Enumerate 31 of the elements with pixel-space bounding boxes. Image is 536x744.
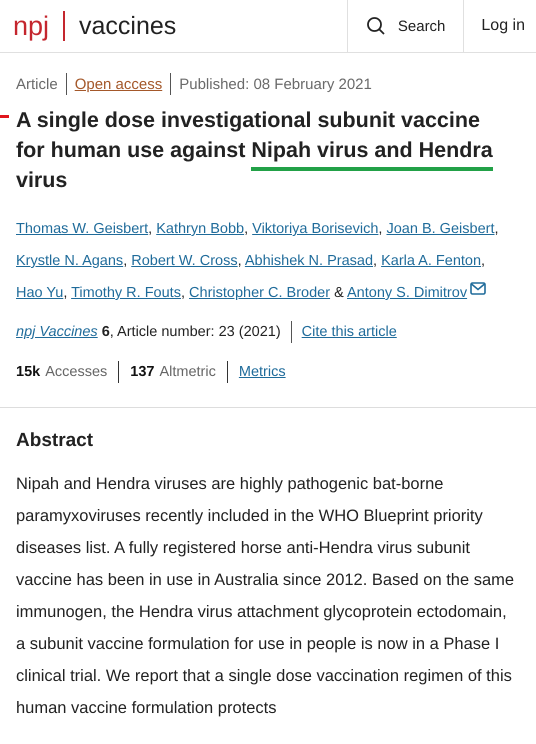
- author-link[interactable]: Viktoriya Borisevich: [252, 221, 378, 237]
- author-link[interactable]: Robert W. Cross: [131, 253, 238, 269]
- article-meta: Published: 08 February 2021: [179, 76, 372, 92]
- metrics-link[interactable]: Metrics: [238, 364, 286, 380]
- metric-value: 137: [130, 364, 154, 380]
- journal-link[interactable]: npj Vaccines: [16, 324, 98, 340]
- author-link[interactable]: Thomas W. Geisbert: [16, 221, 148, 237]
- author-link[interactable]: Krystle N. Agans: [16, 253, 124, 269]
- cite-link[interactable]: Cite this article: [302, 324, 397, 340]
- search-icon: [366, 16, 386, 36]
- author-link[interactable]: Hao Yu: [16, 285, 64, 301]
- section-heading: Abstract: [16, 430, 94, 452]
- author-link[interactable]: Christopher C. Broder: [189, 285, 330, 301]
- accent-mark: [0, 115, 9, 118]
- article-meta: Article: [16, 76, 58, 92]
- citation-text: npj Vaccines 6, Article number: 23 (2021): [16, 324, 281, 340]
- abstract-text: Nipah and Hendra viruses are highly pathogenic bat-borne paramyxoviruses recently included in the WHO Blueprint priority diseases list. A fully registered horse anti-Hendra virus subunit vaccine has been in use in Australia since 2012. Based on the same immunogen, the Hendra virus attachment glycoprotein ectodomain, a subunit vaccine formulation for use in people is now in a Phase I clinical trial. We report that a single dose vaccination regimen of this human vaccine formulation protects: [16, 474, 516, 719]
- metric-label: Altmetric: [159, 364, 216, 380]
- logo-brand[interactable]: npj: [13, 12, 50, 40]
- author-link[interactable]: Kathryn Bobb: [156, 221, 244, 237]
- email-icon[interactable]: [470, 282, 486, 295]
- author-link[interactable]: Joan B. Geisbert: [386, 221, 494, 237]
- author-link[interactable]: Antony S. Dimitrov: [347, 285, 468, 301]
- author-link[interactable]: Abhishek N. Prasad: [244, 253, 374, 269]
- metric-value: 15k: [16, 364, 40, 380]
- logo-title[interactable]: vaccines: [79, 12, 176, 40]
- author-link[interactable]: Timothy R. Fouts: [71, 285, 181, 301]
- article-title: A single dose investigational subunit vaccine for human use against Nipah virus and Hendra virus: [16, 107, 494, 194]
- author-link[interactable]: Karla A. Fenton: [381, 253, 482, 269]
- open-access-link[interactable]: Open access: [74, 76, 162, 92]
- metric-label: Accesses: [45, 364, 108, 380]
